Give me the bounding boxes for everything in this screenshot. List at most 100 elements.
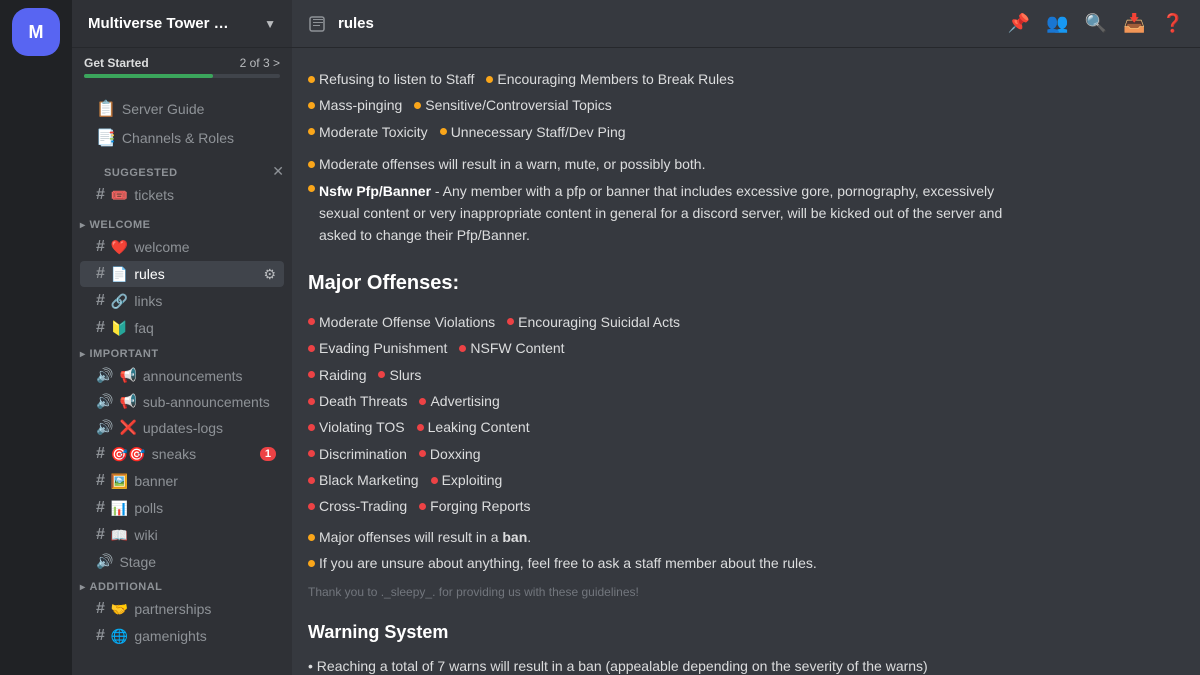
stage-icon: 🔊: [96, 553, 113, 570]
bullet-dot: [308, 424, 315, 431]
bullet-dot: [308, 318, 315, 325]
bullet-dot: [507, 318, 514, 325]
sidebar-item-welcome[interactable]: # ❤️ welcome: [80, 234, 284, 260]
tickets-emoji: 🎟️: [111, 187, 128, 204]
sidebar-item-gamenights[interactable]: # 🌐 gamenights: [80, 623, 284, 649]
gear-icon[interactable]: ⚙: [263, 266, 276, 283]
server-name: Multiverse Tower Def...: [88, 15, 238, 32]
sidebar-item-wiki[interactable]: # 📖 wiki: [80, 522, 284, 548]
major-row-6: Black Marketing Exploiting: [308, 469, 1008, 491]
warning-title: Warning System: [308, 618, 1008, 647]
suggested-label: SUGGESTED: [88, 161, 194, 181]
sidebar-item-label: Channels & Roles: [122, 130, 234, 146]
sidebar-item-announcements[interactable]: 🔊 📢 announcements: [80, 363, 284, 388]
bullet-text: Moderate Offense Violations: [319, 311, 495, 333]
moderate-note-1-row: Moderate offenses will result in a warn,…: [308, 153, 1008, 247]
bullet-text: Unnecessary Staff/Dev Ping: [451, 121, 626, 143]
moderate-note-1: Moderate offenses will result in a warn,…: [319, 153, 705, 175]
channel-topbar: rules 📌 👥 🔍 📥 ❓: [292, 0, 1200, 48]
bullet-text: Advertising: [430, 390, 499, 412]
pin-icon[interactable]: 📌: [1008, 13, 1030, 34]
ban-note: Major offenses will result in a ban.: [319, 526, 531, 548]
sidebar-item-label: polls: [134, 500, 163, 516]
chevron-down-icon: ▼: [264, 17, 276, 31]
speaker-icon: 🔊: [96, 419, 113, 436]
channel-topbar-name: rules: [338, 15, 374, 32]
help-icon[interactable]: ❓: [1162, 13, 1184, 34]
sidebar-item-faq[interactable]: # 🔰 faq: [80, 315, 284, 341]
major-row-1: Evading Punishment NSFW Content: [308, 337, 1008, 359]
category-important[interactable]: ▸ IMPORTANT: [72, 342, 292, 362]
bullet-text: Death Threats: [319, 390, 407, 412]
channel-emoji: 📖: [111, 527, 128, 544]
sidebar-item-banner[interactable]: # 🖼️ banner: [80, 468, 284, 494]
hash-icon: #: [96, 499, 105, 517]
category-label: ADDITIONAL: [90, 581, 163, 593]
sidebar-item-updates-logs[interactable]: 🔊 ❌ updates-logs: [80, 415, 284, 440]
bullet-dot: [308, 477, 315, 484]
channel-emoji: 📊: [111, 500, 128, 517]
sidebar-item-label: links: [134, 293, 162, 309]
warning-section: Warning System • Reaching a total of 7 w…: [308, 618, 1008, 675]
sidebar-item-label: rules: [134, 266, 164, 282]
sidebar-item-sub-announcements[interactable]: 🔊 📢 sub-announcements: [80, 389, 284, 414]
hash-icon: #: [96, 526, 105, 544]
close-suggested-icon[interactable]: ✕: [272, 163, 284, 180]
sidebar-item-label: tickets: [134, 187, 174, 203]
major-row-2: Raiding Slurs: [308, 364, 1008, 386]
channel-emoji: 📢: [119, 367, 136, 384]
bullet-text: Exploiting: [442, 469, 503, 491]
bullet-text: Cross-Trading: [319, 495, 407, 517]
major-row-5: Discrimination Doxxing: [308, 443, 1008, 465]
sidebar-item-label: announcements: [143, 368, 243, 384]
sidebar-item-tickets[interactable]: # 🎟️ tickets: [80, 182, 284, 208]
speaker-icon: 🔊: [96, 393, 113, 410]
bullet-text: Slurs: [389, 364, 421, 386]
category-additional[interactable]: ▸ ADDITIONAL: [72, 575, 292, 595]
bullet-text: Evading Punishment: [319, 337, 447, 359]
sidebar-item-stage[interactable]: 🔊 Stage: [80, 549, 284, 574]
channel-emoji: 🔗: [111, 293, 128, 310]
sidebar-item-links[interactable]: # 🔗 links: [80, 288, 284, 314]
sidebar-item-label: faq: [134, 320, 153, 336]
sidebar-item-rules[interactable]: # 📄 rules ⚙: [80, 261, 284, 287]
sidebar-item-sneaks[interactable]: # 🎯🎯 sneaks 1: [80, 441, 284, 467]
category-arrow-icon: ▸: [80, 220, 86, 231]
sidebar-item-server-guide[interactable]: 📋 Server Guide: [80, 95, 284, 123]
sidebar-item-label: wiki: [134, 527, 157, 543]
inbox-icon[interactable]: 📥: [1123, 13, 1145, 34]
bullet-dot: [419, 450, 426, 457]
bullet-dot: [308, 345, 315, 352]
get-started-section: Get Started 2 of 3 >: [72, 48, 292, 86]
members-icon[interactable]: 👥: [1046, 13, 1068, 34]
sidebar-item-label: welcome: [134, 239, 189, 255]
rules-icon: [308, 15, 326, 33]
message-area[interactable]: Refusing to listen to Staff Encouraging …: [292, 48, 1200, 675]
channel-emoji: ❤️: [111, 239, 128, 256]
sidebar-item-label: updates-logs: [143, 420, 223, 436]
search-icon[interactable]: 🔍: [1085, 13, 1107, 34]
moderate-row-1: Refusing to listen to Staff Encouraging …: [308, 68, 1008, 90]
bullet-dot: [308, 76, 315, 83]
warning-note: • Reaching a total of 7 warns will resul…: [308, 655, 1008, 675]
sidebar-item-polls[interactable]: # 📊 polls: [80, 495, 284, 521]
category-label: WELCOME: [90, 219, 151, 231]
hash-icon: #: [96, 186, 105, 204]
bullet-text: Mass-pinging: [319, 94, 402, 116]
speaker-icon: 🔊: [96, 367, 113, 384]
category-welcome[interactable]: ▸ WELCOME: [72, 213, 292, 233]
bullet-dot: [308, 534, 315, 541]
server-icon[interactable]: M: [12, 8, 60, 56]
server-header[interactable]: Multiverse Tower Def... ▼: [72, 0, 292, 48]
sidebar-item-partnerships[interactable]: # 🤝 partnerships: [80, 596, 284, 622]
hash-icon: #: [96, 238, 105, 256]
moderate-row-2: Mass-pinging Sensitive/Controversial Top…: [308, 94, 1008, 116]
bullet-text: Raiding: [319, 364, 366, 386]
category-arrow-icon: ▸: [80, 349, 86, 360]
major-row-7: Cross-Trading Forging Reports: [308, 495, 1008, 517]
main-area: rules 📌 👥 🔍 📥 ❓ Refusing to listen to St…: [292, 0, 1200, 675]
sidebar-item-channels-roles[interactable]: 📑 Channels & Roles: [80, 124, 284, 152]
sidebar-item-label: partnerships: [134, 601, 211, 617]
channel-emoji: 📢: [119, 393, 136, 410]
bullet-dot: [308, 398, 315, 405]
